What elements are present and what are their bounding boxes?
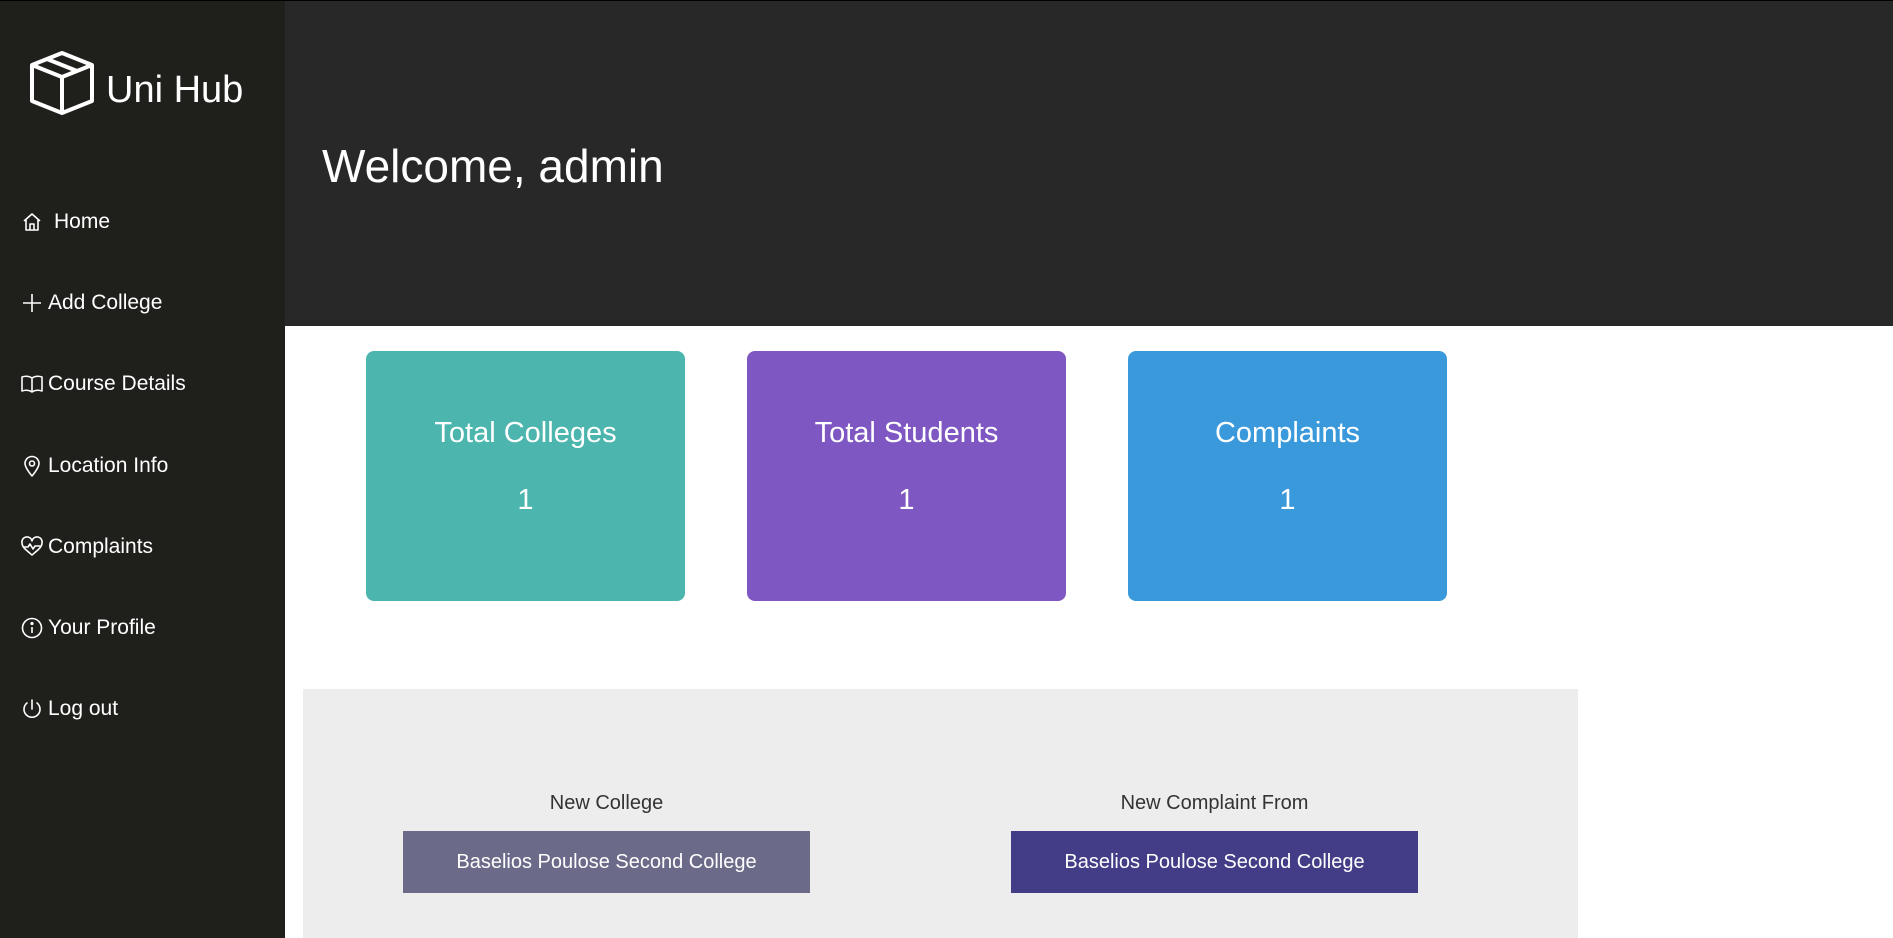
sidebar-item-label: Your Profile bbox=[48, 616, 156, 640]
location-pin-icon bbox=[24, 455, 40, 477]
info-icon bbox=[21, 617, 43, 639]
new-college-label: New College bbox=[549, 792, 664, 814]
power-icon bbox=[23, 699, 41, 719]
stat-card-title: Total Students bbox=[814, 417, 999, 449]
plus-icon bbox=[23, 293, 41, 312]
sidebar-item-course-details[interactable]: Course Details bbox=[0, 344, 285, 425]
sidebar-item-home[interactable]: Home bbox=[0, 181, 285, 262]
heart-pulse-icon bbox=[21, 535, 43, 556]
sidebar-item-label: Course Details bbox=[48, 372, 186, 396]
stat-card-title: Complaints bbox=[1214, 417, 1361, 449]
sidebar-item-log-out[interactable]: Log out bbox=[0, 669, 285, 750]
sidebar-item-complaints[interactable]: Complaints bbox=[0, 506, 285, 587]
stat-card-value: 1 bbox=[517, 484, 534, 516]
stat-card-title: Total Colleges bbox=[434, 417, 617, 449]
recent-activity-panel: New College Baselios Poulose Second Coll… bbox=[303, 689, 1578, 938]
new-complaint-label: New Complaint From bbox=[1120, 792, 1309, 814]
box-icon bbox=[30, 51, 94, 115]
sidebar-nav: Home Add College Course Details Location… bbox=[0, 181, 285, 750]
new-complaint-column: New Complaint From Baselios Poulose Seco… bbox=[1011, 792, 1418, 893]
page-title: Welcome, admin bbox=[322, 140, 664, 192]
home-icon bbox=[23, 212, 41, 231]
sidebar-item-location-info[interactable]: Location Info bbox=[0, 425, 285, 506]
stat-card-total-students[interactable]: Total Students 1 bbox=[747, 351, 1066, 601]
sidebar-item-label: Home bbox=[54, 209, 111, 233]
new-complaint-button[interactable]: Baselios Poulose Second College bbox=[1011, 831, 1418, 893]
stat-card-complaints[interactable]: Complaints 1 bbox=[1128, 351, 1447, 601]
sidebar: Uni Hub Home Add College Course Details bbox=[0, 0, 285, 938]
new-college-column: New College Baselios Poulose Second Coll… bbox=[403, 792, 810, 893]
header: Welcome, admin bbox=[285, 0, 1893, 326]
sidebar-item-label: Complaints bbox=[48, 534, 154, 558]
stat-card-total-colleges[interactable]: Total Colleges 1 bbox=[366, 351, 685, 601]
sidebar-item-label: Log out bbox=[48, 697, 119, 721]
sidebar-item-your-profile[interactable]: Your Profile bbox=[0, 587, 285, 668]
stat-card-value: 1 bbox=[1279, 484, 1296, 516]
sidebar-item-add-college[interactable]: Add College bbox=[0, 262, 285, 343]
book-icon bbox=[21, 375, 43, 394]
brand-name: Uni Hub bbox=[106, 68, 244, 111]
sidebar-item-label: Add College bbox=[48, 290, 163, 314]
sidebar-item-label: Location Info bbox=[48, 453, 169, 477]
stat-card-value: 1 bbox=[898, 484, 915, 516]
new-college-button[interactable]: Baselios Poulose Second College bbox=[403, 831, 810, 893]
brand[interactable]: Uni Hub bbox=[28, 49, 243, 117]
